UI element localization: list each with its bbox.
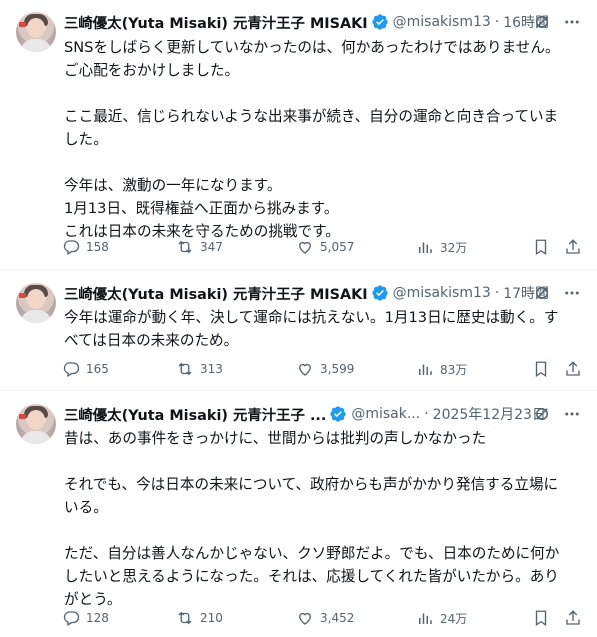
grok-icon[interactable] (533, 284, 551, 302)
avatar[interactable] (16, 283, 56, 323)
tweet-text-line: 今年は運命が動く年、決して運命には抗えない。1月13日に歴史は動く。す (64, 309, 559, 326)
repost-icon (178, 611, 192, 625)
tweet-header: 三崎優太(Yuta Misaki) 元青汁王子 MISAKI @misakism… (64, 12, 589, 32)
reply-button[interactable]: 158 (62, 238, 109, 256)
views-button[interactable]: 83万 (416, 360, 467, 378)
author-name[interactable]: 三崎優太(Yuta Misaki) 元青汁王子 MISAKI (64, 12, 368, 33)
share-icon (566, 610, 580, 625)
tweet-text-line: ここ最近、信じられないような出来事が続き、自分の運命と向き合っていま (64, 108, 559, 125)
like-button[interactable]: 3,599 (296, 360, 354, 378)
repost-button[interactable]: 210 (176, 609, 223, 627)
tweet-text-line: 昔は、あの事件をきっかけに、世間からは批判の声しかなかった (64, 430, 487, 447)
verified-badge-icon[interactable] (329, 405, 347, 423)
reply-count: 158 (86, 240, 109, 254)
tweet-text-line: それでも、今は日本の未来について、政府からも声がかかり発信する立場に (64, 476, 559, 493)
like-count: 3,599 (320, 362, 355, 376)
views-icon (419, 364, 432, 375)
tweet[interactable]: 三崎優太(Yuta Misaki) 元青汁王子 MISAKI @misakism… (0, 271, 597, 391)
share-button[interactable] (564, 360, 588, 378)
views-button[interactable]: 24万 (416, 609, 467, 627)
bookmark-icon (535, 361, 547, 378)
tweet-text: 今年は運命が動く年、決して運命には抗えない。1月13日に歴史は動く。す べては日… (64, 306, 584, 352)
tweet-text: SNSをしばらく更新していなかったのは、何かあったわけではありません。 ご心配を… (64, 36, 584, 243)
share-icon (566, 239, 580, 254)
author-name[interactable]: 三崎優太(Yuta Misaki) 元青汁王子 MISAKI (64, 283, 368, 304)
tweet-actions: 128 210 3,452 24万 (62, 608, 587, 628)
tweet-text: 昔は、あの事件をきっかけに、世間からは批判の声しかなかった それでも、今は日本の… (64, 427, 584, 611)
repost-icon (178, 240, 192, 254)
like-icon (299, 241, 311, 254)
author-handle[interactable]: @misakism13 (393, 14, 491, 30)
reply-icon (63, 611, 80, 626)
share-button[interactable] (564, 609, 588, 627)
reply-count: 165 (86, 362, 109, 376)
views-count: 24万 (440, 611, 468, 626)
views-icon (419, 613, 432, 624)
tweet-text-line: ただ、自分は善人なんかじゃない、クソ野郎だよ。でも、日本のために何か (64, 545, 560, 562)
repost-button[interactable]: 313 (176, 360, 223, 378)
reply-icon (63, 362, 80, 377)
repost-button[interactable]: 347 (176, 238, 223, 256)
author-name[interactable]: 三崎優太(Yuta Misaki) 元青汁王子 ... (64, 404, 326, 425)
more-icon[interactable] (563, 13, 581, 31)
avatar[interactable] (16, 12, 56, 52)
author-handle[interactable]: @misakism13 (393, 285, 491, 301)
reply-button[interactable]: 128 (62, 609, 109, 627)
verified-badge-icon[interactable] (371, 13, 389, 31)
grok-icon[interactable] (533, 405, 551, 423)
tweet-actions: 158 347 5,057 32万 (62, 237, 587, 257)
repost-count: 210 (200, 611, 223, 625)
bookmark-icon (535, 239, 547, 256)
like-count: 5,057 (320, 240, 355, 254)
views-icon (419, 242, 432, 253)
share-button[interactable] (564, 238, 588, 256)
like-button[interactable]: 3,452 (296, 609, 354, 627)
bookmark-button[interactable] (532, 238, 556, 256)
separator-dot: · (424, 406, 429, 422)
reply-count: 128 (86, 611, 109, 625)
share-icon (566, 361, 580, 376)
tweet-text-line: 1月13日、既得権益へ正面から挑みます。 (64, 200, 339, 217)
avatar[interactable] (16, 404, 56, 444)
timestamp[interactable]: 2025年12月23日 (433, 404, 546, 424)
tweet-text-line: 今年は、激動の一年になります。 (64, 177, 282, 194)
more-icon[interactable] (563, 405, 581, 423)
verified-badge-icon[interactable] (371, 284, 389, 302)
tweet-text-line: いる。 (64, 499, 108, 516)
repost-count: 313 (200, 362, 223, 376)
reply-button[interactable]: 165 (62, 360, 109, 378)
views-button[interactable]: 32万 (416, 238, 467, 256)
tweet-text-line: べては日本の未来のため。 (64, 332, 239, 349)
separator-dot: · (494, 285, 500, 301)
author-handle[interactable]: @misak... (351, 406, 420, 422)
separator-dot: · (494, 14, 500, 30)
bookmark-button[interactable] (532, 609, 556, 627)
bookmark-button[interactable] (532, 360, 556, 378)
tweet[interactable]: 三崎優太(Yuta Misaki) 元青汁王子 MISAKI @misakism… (0, 0, 597, 270)
reply-icon (63, 240, 80, 255)
tweet-text-line: した。 (64, 131, 108, 148)
tweet-header: 三崎優太(Yuta Misaki) 元青汁王子 MISAKI @misakism… (64, 283, 589, 303)
like-count: 3,452 (320, 611, 355, 625)
bookmark-icon (535, 610, 547, 627)
like-icon (299, 612, 311, 625)
views-count: 83万 (440, 362, 468, 377)
tweet-text-line: したいと思えるようになった。それは、応援してくれた皆がいたから。あり (64, 568, 559, 585)
tweet-text-line: SNSをしばらく更新していなかったのは、何かあったわけではありません。 (64, 39, 560, 56)
timeline-feed: 三崎優太(Yuta Misaki) 元青汁王子 MISAKI @misakism… (0, 0, 597, 637)
tweet[interactable]: 三崎優太(Yuta Misaki) 元青汁王子 ... @misak... · … (0, 392, 597, 637)
tweet-text-line: ご心配をおかけしました。 (64, 62, 240, 79)
more-icon[interactable] (563, 284, 581, 302)
repost-icon (178, 362, 192, 376)
tweet-header: 三崎優太(Yuta Misaki) 元青汁王子 ... @misak... · … (64, 404, 589, 424)
repost-count: 347 (200, 240, 223, 254)
grok-icon[interactable] (533, 13, 551, 31)
like-button[interactable]: 5,057 (296, 238, 354, 256)
like-icon (299, 363, 311, 376)
views-count: 32万 (440, 240, 468, 255)
tweet-actions: 165 313 3,599 83万 (62, 359, 587, 379)
